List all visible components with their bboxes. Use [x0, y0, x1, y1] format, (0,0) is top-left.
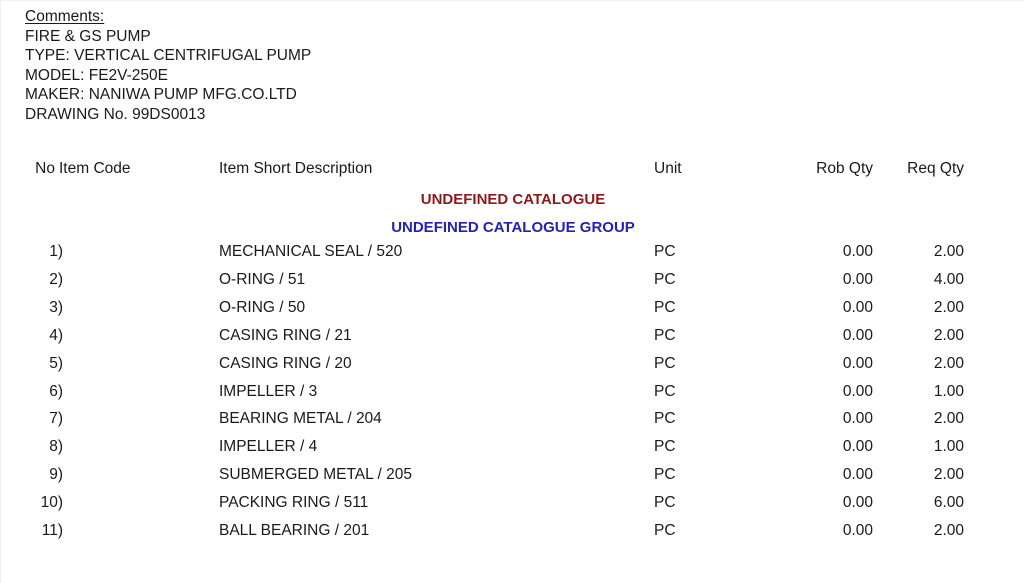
table-row[interactable]: 1) MECHANICAL SEAL / 520 PC 0.00 2.00 [1, 242, 1024, 270]
column-header-req-qty: Req Qty [907, 160, 964, 177]
document-page: Comments: FIRE & GS PUMP TYPE: VERTICAL … [0, 0, 1024, 583]
cell-no: 11) [41, 522, 63, 539]
comments-line-model: MODEL: FE2V-250E [25, 66, 169, 84]
comments-title: Comments: [25, 8, 105, 25]
cell-unit: PC [654, 522, 676, 539]
cell-description: MECHANICAL SEAL / 520 [219, 243, 403, 260]
cell-description: CASING RING / 21 [219, 326, 352, 344]
table-row[interactable]: 10) PACKING RING / 511 PC 0.00 6.00 [1, 493, 1024, 521]
cell-req-qty: 2.00 [933, 354, 964, 372]
table-header-row: No Item Code Item Short Description Unit… [1, 159, 1024, 187]
column-header-item-code: Item Code [59, 160, 131, 177]
table-row[interactable]: 9) SUBMERGED METAL / 205 PC 0.00 2.00 [1, 465, 1024, 493]
cell-unit: PC [654, 354, 676, 372]
column-header-unit: Unit [654, 160, 682, 177]
cell-no: 10) [40, 494, 63, 512]
cell-description: CASING RING / 20 [219, 354, 352, 372]
cell-no: 2) [49, 270, 63, 288]
cell-req-qty: 2.00 [933, 298, 964, 316]
cell-req-qty: 6.00 [933, 494, 964, 512]
cell-unit: PC [654, 270, 676, 288]
cell-unit: PC [654, 410, 676, 428]
cell-description: IMPELLER / 3 [219, 382, 318, 400]
cell-no: 6) [49, 382, 63, 400]
table-row[interactable]: 4) CASING RING / 21 PC 0.00 2.00 [1, 326, 1024, 354]
comments-line-drawing-no: DRAWING No. 99DS0013 [25, 105, 206, 123]
cell-req-qty: 2.00 [933, 410, 964, 428]
cell-unit: PC [654, 298, 676, 316]
cell-req-qty: 1.00 [933, 438, 964, 456]
table-row[interactable]: 5) CASING RING / 20 PC 0.00 2.00 [1, 354, 1024, 382]
catalogue-group-heading: UNDEFINED CATALOGUE GROUP [391, 219, 635, 236]
cell-unit: PC [654, 494, 676, 512]
table-row[interactable]: 8) IMPELLER / 4 PC 0.00 1.00 [1, 437, 1024, 465]
table-row[interactable]: 11) BALL BEARING / 201 PC 0.00 2.00 [1, 521, 1024, 549]
comments-line-type: TYPE: VERTICAL CENTRIFUGAL PUMP [25, 47, 312, 65]
table-row[interactable]: 3) O-RING / 50 PC 0.00 2.00 [1, 298, 1024, 326]
cell-unit: PC [654, 466, 676, 484]
cell-no: 3) [49, 298, 63, 316]
comments-block: Comments: FIRE & GS PUMP TYPE: VERTICAL … [25, 7, 311, 125]
cell-no: 1) [49, 243, 63, 260]
cell-unit: PC [654, 326, 676, 344]
table-row[interactable]: 6) IMPELLER / 3 PC 0.00 1.00 [1, 382, 1024, 410]
cell-req-qty: 2.00 [933, 243, 964, 260]
cell-req-qty: 2.00 [933, 326, 964, 344]
cell-unit: PC [654, 243, 676, 260]
cell-no: 9) [49, 466, 63, 484]
cell-no: 8) [49, 438, 63, 456]
cell-description: IMPELLER / 4 [219, 438, 318, 456]
cell-unit: PC [654, 382, 676, 400]
column-header-no: No [35, 160, 55, 177]
cell-no: 5) [49, 354, 63, 372]
cell-description: BEARING METAL / 204 [219, 410, 382, 428]
cell-req-qty: 1.00 [933, 382, 964, 400]
comments-line-maker: MAKER: NANIWA PUMP MFG.CO.LTD [25, 86, 297, 104]
cell-req-qty: 2.00 [933, 522, 964, 539]
table-row[interactable]: 7) BEARING METAL / 204 PC 0.00 2.00 [1, 409, 1024, 437]
cell-req-qty: 2.00 [933, 466, 964, 484]
cell-description: BALL BEARING / 201 [219, 522, 370, 539]
column-header-description: Item Short Description [219, 160, 373, 177]
catalogue-heading: UNDEFINED CATALOGUE [420, 191, 606, 208]
cell-description: PACKING RING / 511 [219, 494, 369, 512]
cell-description: O-RING / 51 [219, 270, 306, 288]
table-row[interactable]: 2) O-RING / 51 PC 0.00 4.00 [1, 270, 1024, 298]
comments-line-pump: FIRE & GS PUMP [25, 27, 151, 45]
cell-description: SUBMERGED METAL / 205 [219, 466, 412, 484]
cell-req-qty: 4.00 [933, 270, 964, 288]
cell-no: 7) [49, 410, 63, 428]
cell-unit: PC [654, 438, 676, 456]
cell-no: 4) [49, 326, 63, 344]
cell-description: O-RING / 50 [219, 298, 306, 316]
